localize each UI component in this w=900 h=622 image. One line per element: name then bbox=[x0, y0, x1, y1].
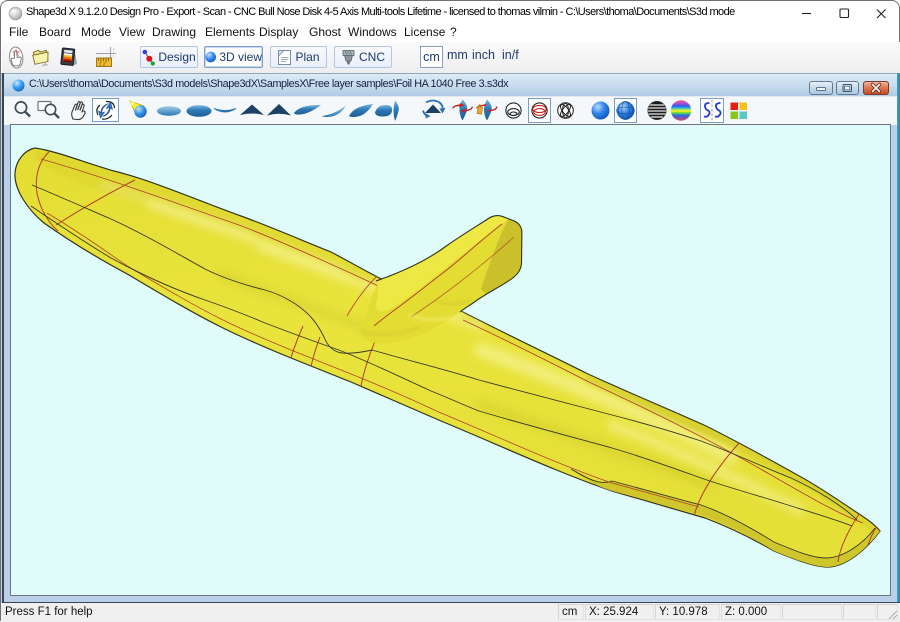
svg-text:1 2: 1 2 bbox=[99, 62, 106, 67]
